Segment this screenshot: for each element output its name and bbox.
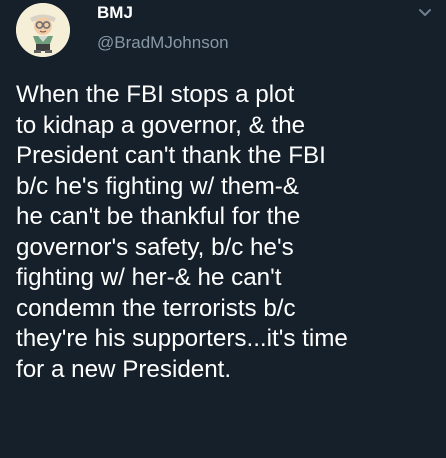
author-display-name[interactable]: BMJ bbox=[97, 3, 133, 23]
tweet-line: for a new President. bbox=[16, 355, 232, 383]
tweet-text: When the FBI stops a plot to kidnap a go… bbox=[16, 80, 442, 385]
tweet-line: fighting w/ her-& he can't bbox=[16, 264, 282, 291]
avatar-portrait-icon bbox=[16, 3, 70, 57]
author-handle[interactable]: @BradMJohnson bbox=[97, 33, 229, 53]
tweet-line: condemn the terrorists b/c bbox=[16, 294, 296, 322]
tweet-line: he can't be thankful for the bbox=[16, 203, 301, 230]
tweet-line: to kidnap a governor, & the bbox=[16, 111, 306, 139]
tweet-line: b/c he's fighting w/ them-& bbox=[16, 172, 299, 200]
chevron-down-icon[interactable] bbox=[418, 5, 432, 16]
avatar[interactable] bbox=[16, 3, 70, 57]
tweet-card: BMJ @BradMJohnson When the FBI stops a p… bbox=[0, 0, 446, 458]
tweet-line: President can't thank the FBI bbox=[16, 142, 326, 169]
tweet-line: they're his supporters...it's time bbox=[16, 325, 348, 352]
tweet-line: governor's safety, b/c he's bbox=[16, 233, 294, 261]
tweet-line: When the FBI stops a plot bbox=[16, 81, 295, 108]
